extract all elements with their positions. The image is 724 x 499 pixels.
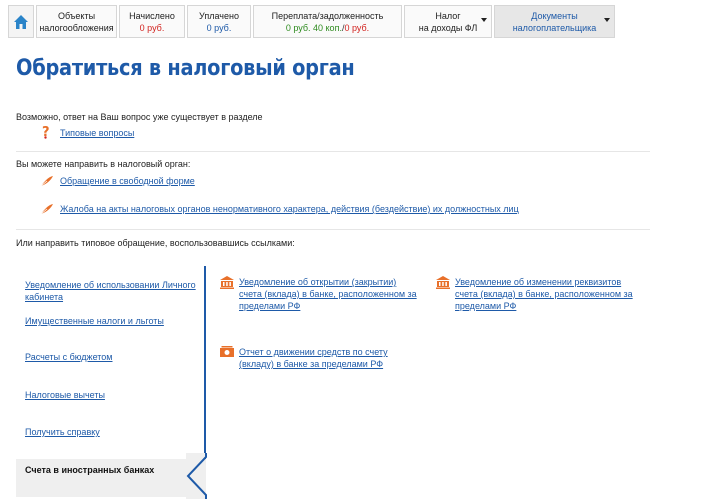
- tab-taxpayer-documents[interactable]: Документы налогоплательщика: [494, 5, 615, 38]
- free-form-appeal-link[interactable]: Обращение в свободной форме: [60, 175, 195, 187]
- divider: [16, 151, 650, 152]
- money-icon: [220, 346, 234, 357]
- top-navigation: Объекты налогообложения Начислено 0 руб.…: [8, 5, 617, 38]
- category-menu-border-top: [204, 266, 206, 453]
- paid-value: 0 руб.: [206, 22, 232, 33]
- tab-paid[interactable]: Уплачено 0 руб.: [187, 5, 251, 38]
- overpayment-value: 0 руб. 40 коп.: [285, 22, 342, 33]
- bank-icon: [436, 276, 450, 289]
- category-lk-usage[interactable]: Уведомление об использовании Личного каб…: [25, 279, 200, 303]
- form-link-text: Отчет о движении средств по счету: [239, 347, 388, 357]
- tab-accrued[interactable]: Начислено 0 руб.: [119, 5, 185, 38]
- tab-label: Налог: [435, 10, 461, 21]
- faq-intro: Возможно, ответ на Ваш вопрос уже сущест…: [16, 112, 263, 122]
- tab-label: на доходы ФЛ: [418, 22, 478, 33]
- home-icon: [14, 14, 28, 29]
- quill-icon: [40, 204, 53, 215]
- form-link-text: пределами РФ: [455, 301, 517, 311]
- question-icon: ?: [42, 125, 50, 139]
- tab-label: Уплачено: [199, 10, 239, 21]
- form-link-text: счета (вклада) в банке, расположенном за: [239, 289, 417, 299]
- quill-icon: [40, 176, 53, 187]
- tab-label: Объекты: [57, 10, 96, 21]
- tab-label: Переплата/задолженность: [271, 10, 384, 21]
- tab-tax-objects[interactable]: Объекты налогообложения: [36, 5, 117, 38]
- form-account-details-change-link[interactable]: Уведомление об изменении реквизитов счет…: [455, 276, 633, 312]
- faq-link[interactable]: Типовые вопросы: [60, 127, 134, 139]
- category-budget-payments[interactable]: Расчеты с бюджетом: [25, 351, 113, 363]
- category-get-certificate[interactable]: Получить справку: [25, 426, 100, 438]
- form-link-text: Уведомление об изменении реквизитов: [455, 277, 622, 287]
- bank-icon: [220, 276, 234, 289]
- tab-label: налогообложения: [39, 22, 114, 33]
- category-tax-deductions[interactable]: Налоговые вычеты: [25, 389, 105, 401]
- category-label: кабинета: [25, 292, 64, 302]
- active-category-pointer: [186, 453, 207, 499]
- debt-value: 0 руб.: [344, 22, 370, 33]
- tab-label: Документы: [531, 10, 578, 21]
- tab-label: Начислено: [129, 10, 175, 21]
- form-link-text: (вкладу) в банке за пределами РФ: [239, 359, 384, 369]
- category-label: Уведомление об использовании Личного: [25, 280, 196, 290]
- form-link-text: Уведомление об открытии (закрытии): [239, 277, 397, 287]
- active-category-label: Счета в иностранных банках: [25, 465, 155, 475]
- overpayment-debt-value: 0 руб. 40 коп./0 руб.: [286, 22, 369, 34]
- page-title: Обратиться в налоговый орган: [16, 56, 355, 81]
- form-account-open-close-link[interactable]: Уведомление об открытии (закрытии) счета…: [239, 276, 417, 312]
- form-link-text: счета (вклада) в банке, расположенном за: [455, 289, 633, 299]
- chevron-down-icon[interactable]: [481, 18, 487, 22]
- home-button[interactable]: [8, 5, 34, 38]
- tab-personal-income-tax[interactable]: Налог на доходы ФЛ: [404, 5, 492, 38]
- send-intro: Вы можете направить в налоговый орган:: [16, 159, 191, 169]
- accrued-value: 0 руб.: [139, 22, 165, 33]
- complaint-link[interactable]: Жалоба на акты налоговых органов ненорма…: [60, 203, 519, 215]
- category-property-taxes[interactable]: Имущественные налоги и льготы: [25, 315, 164, 327]
- chevron-down-icon[interactable]: [604, 18, 610, 22]
- typical-intro: Или направить типовое обращение, восполь…: [16, 238, 295, 248]
- form-funds-movement-report-link[interactable]: Отчет о движении средств по счету (вклад…: [239, 346, 388, 370]
- tab-label: налогоплательщика: [512, 22, 597, 33]
- divider: [16, 229, 650, 230]
- tab-overpayment-debt[interactable]: Переплата/задолженность 0 руб. 40 коп./0…: [253, 5, 402, 38]
- form-link-text: пределами РФ: [239, 301, 301, 311]
